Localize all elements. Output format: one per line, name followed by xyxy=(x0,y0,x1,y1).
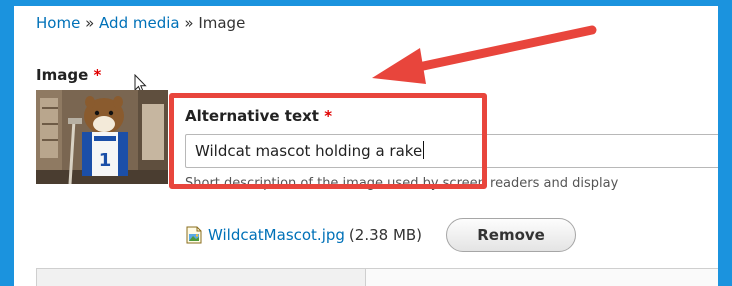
file-size: (2.38 MB) xyxy=(348,226,423,244)
breadcrumb-current: Image xyxy=(198,14,246,32)
vertical-tab[interactable] xyxy=(37,269,366,286)
text-caret xyxy=(423,141,425,159)
breadcrumb-add-media-link[interactable]: Add media xyxy=(99,14,180,32)
image-thumbnail[interactable]: 1 xyxy=(36,90,168,184)
breadcrumb-separator: » xyxy=(85,14,95,32)
file-row: WildcatMascot.jpg (2.38 MB) Remove xyxy=(186,218,577,252)
annotation-arrow-icon xyxy=(372,25,597,84)
image-field-label: Image * xyxy=(36,66,101,84)
alt-text-value: Wildcat mascot holding a rake xyxy=(195,142,423,160)
breadcrumb-home-link[interactable]: Home xyxy=(36,14,80,32)
alt-text-description: Short description of the image used by s… xyxy=(185,176,619,191)
breadcrumb-separator: » xyxy=(184,14,194,32)
file-name-link[interactable]: WildcatMascot.jpg xyxy=(208,226,345,244)
remove-button[interactable]: Remove xyxy=(446,218,577,252)
bottom-panel xyxy=(36,268,718,286)
media-form-frame: Home » Add media » Image Image * 1 Alter… xyxy=(14,6,718,286)
alt-text-label: Alternative text * xyxy=(185,107,332,125)
image-file-icon xyxy=(186,226,202,244)
alt-text-input[interactable]: Wildcat mascot holding a rake xyxy=(185,134,718,168)
svg-text:1: 1 xyxy=(99,150,112,171)
image-label-text: Image xyxy=(36,66,89,84)
alt-text-label-text: Alternative text xyxy=(185,107,319,125)
required-marker: * xyxy=(324,107,333,125)
required-marker: * xyxy=(93,66,102,84)
breadcrumb: Home » Add media » Image xyxy=(36,14,245,32)
